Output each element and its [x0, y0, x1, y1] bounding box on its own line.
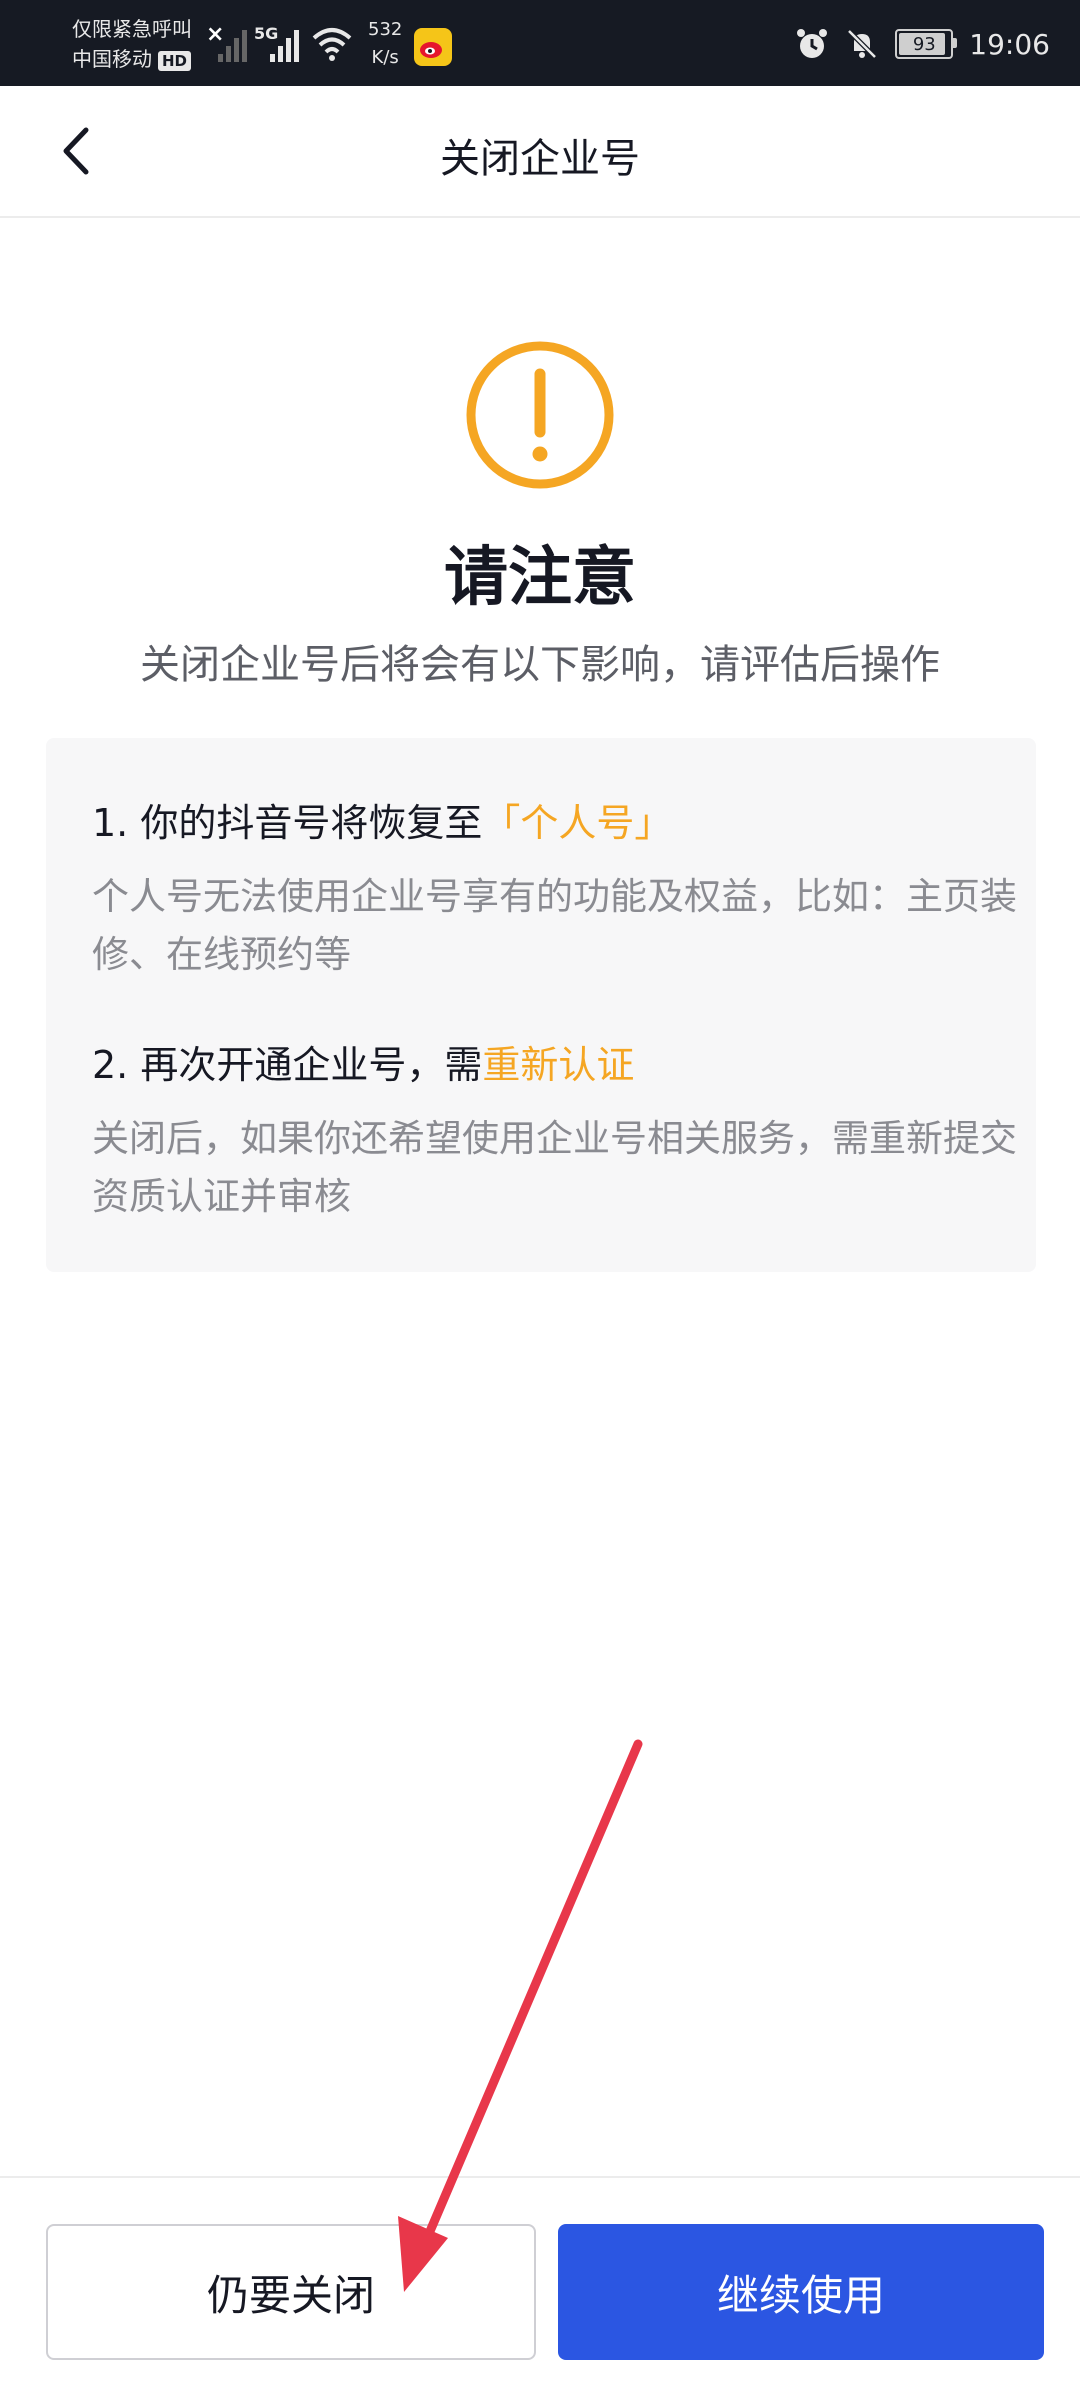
bottom-divider: [0, 2176, 1080, 2178]
impact-item-2-desc: 关闭后，如果你还希望使用企业号相关服务，需重新提交资质认证并审核: [92, 1117, 1017, 1218]
continue-using-button[interactable]: 继续使用: [558, 2224, 1044, 2360]
mute-notifications-icon: [847, 29, 878, 59]
hd-badge: HD: [158, 50, 192, 71]
battery-indicator: 93: [895, 29, 958, 59]
signal-bars-icon: [218, 30, 247, 62]
status-right: 93 19:06: [795, 24, 1050, 64]
signal-bars-5g-icon: [270, 30, 299, 62]
wifi-icon: [312, 28, 352, 61]
impact-card: 1. 你的抖音号将恢复至「个人号」 个人号无法使用企业号享有的功能及权益，比如：…: [46, 738, 1036, 1272]
impact-item-1-highlight: 「个人号」: [482, 801, 673, 845]
warning-icon: [466, 341, 614, 489]
impact-item-1-title-text: 1. 你的抖音号将恢复至: [92, 801, 483, 845]
carrier-line-2: 中国移动: [72, 47, 152, 71]
impact-item-1-title: 1. 你的抖音号将恢复至「个人号」: [92, 792, 672, 847]
battery-level: 93: [912, 33, 936, 55]
nav-bar: 关闭企业号: [0, 86, 1080, 218]
network-speed: 532 K/s: [368, 16, 402, 72]
weibo-notification-icon: [414, 28, 452, 66]
speed-value: 532: [368, 19, 403, 40]
carrier-info: 仅限紧急呼叫 中国移动 HD: [72, 14, 192, 74]
impact-item-2-title-text: 2. 再次开通企业号，需: [92, 1043, 483, 1087]
notice-heading: 请注意: [444, 541, 636, 615]
impact-item-1-desc: 个人号无法使用企业号享有的功能及权益，比如：主页装修、在线预约等: [92, 875, 1017, 976]
carrier-line-1: 仅限紧急呼叫: [72, 17, 192, 41]
notice-subtitle: 关闭企业号后将会有以下影响，请评估后操作: [140, 642, 940, 688]
impact-item-2-title: 2. 再次开通企业号，需重新认证: [92, 1034, 634, 1089]
impact-item-2-highlight: 重新认证: [482, 1043, 635, 1087]
speed-unit: K/s: [371, 47, 399, 68]
clock: 19:06: [969, 27, 1050, 61]
alarm-icon: [797, 29, 828, 58]
status-bar: 仅限紧急呼叫 中国移动 HD × 5G 532 K/s 93 19:06: [0, 0, 1080, 86]
still-close-button[interactable]: 仍要关闭: [46, 2224, 536, 2360]
page-title: 关闭企业号: [440, 136, 640, 182]
